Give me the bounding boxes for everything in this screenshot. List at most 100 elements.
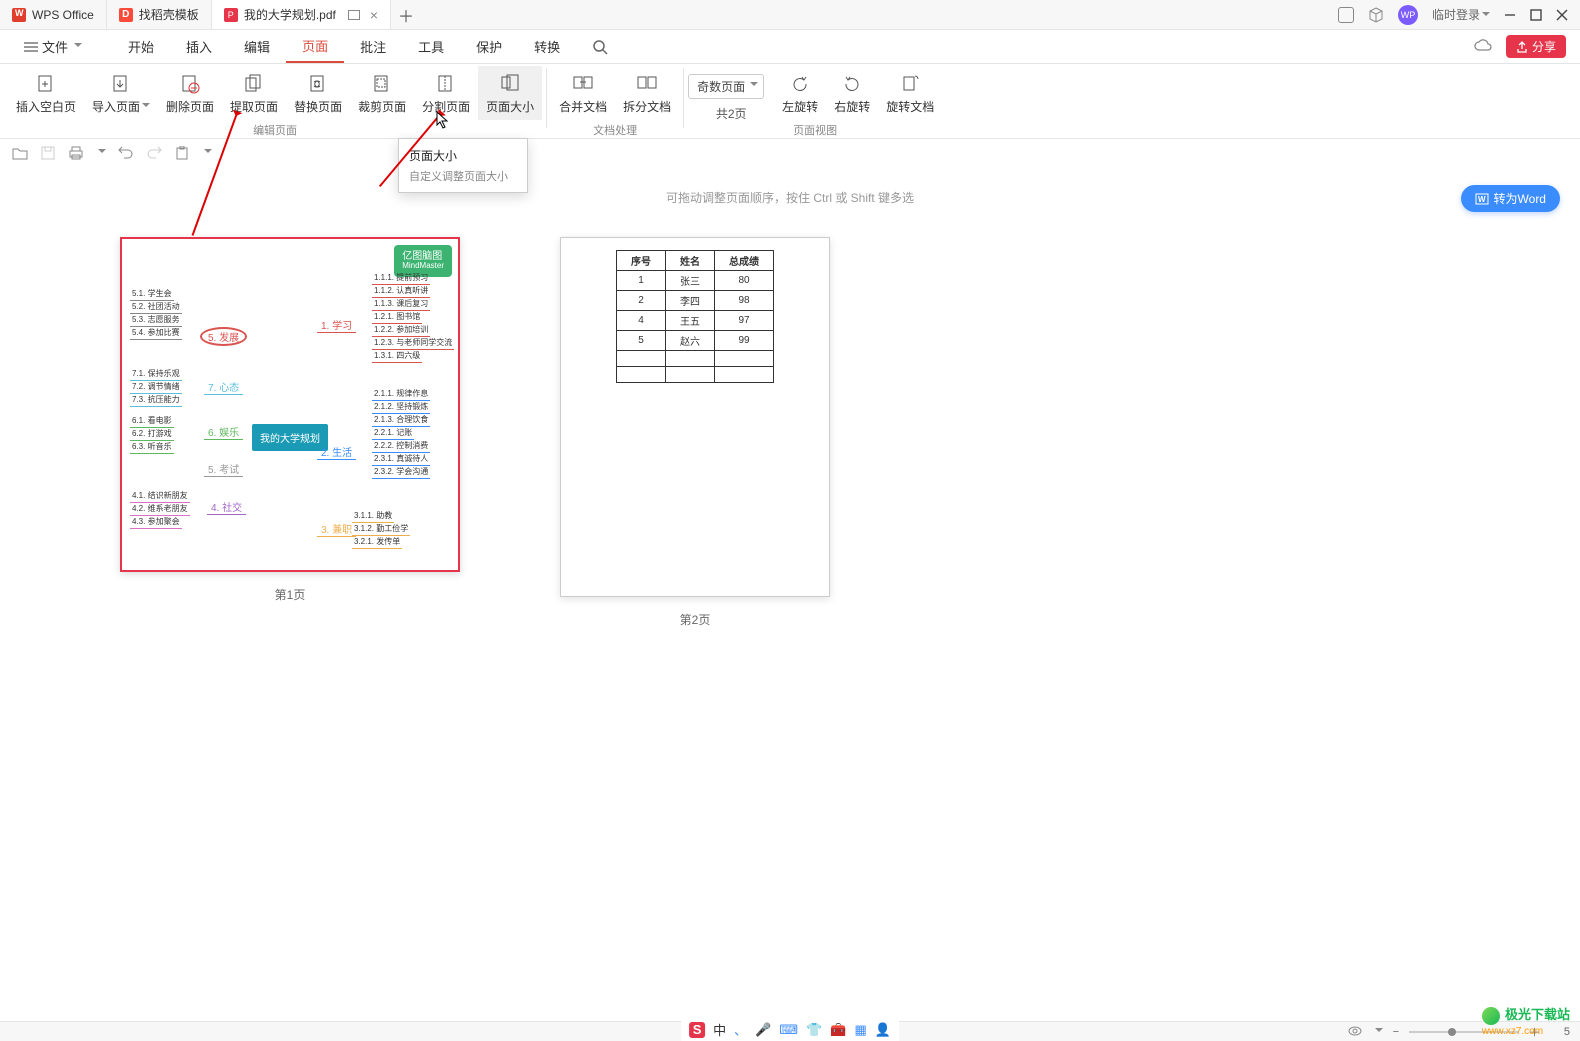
ime-person-icon[interactable]: 👤: [875, 1022, 891, 1038]
tab-wps-home[interactable]: WPS Office: [0, 0, 107, 29]
page-thumbnails: 亿图脑图 MindMaster 我的大学规划 1. 学习 2. 生活 3. 兼职…: [120, 237, 830, 628]
sogou-ime-icon[interactable]: S: [689, 1022, 705, 1038]
avatar[interactable]: WP: [1398, 5, 1418, 25]
paste-icon[interactable]: [174, 145, 190, 161]
zoom-out-button[interactable]: −: [1393, 1026, 1399, 1038]
menu-page[interactable]: 页面: [286, 30, 344, 63]
view-eye-icon[interactable]: [1348, 1024, 1363, 1039]
tab-document-active[interactable]: P 我的大学规划.pdf ×: [212, 0, 391, 29]
pdf-icon: P: [224, 8, 238, 22]
search-icon: [592, 39, 608, 55]
cube-icon[interactable]: [1368, 7, 1384, 23]
file-menu-button[interactable]: 文件: [14, 30, 92, 63]
menu-protect[interactable]: 保护: [460, 30, 518, 63]
chevron-down-icon: [1482, 12, 1490, 20]
mindmap-branch: 2. 生活: [317, 444, 356, 460]
cloud-sync-icon[interactable]: [1474, 38, 1492, 56]
tab-label: 我的大学规划.pdf: [244, 6, 336, 23]
menu-search[interactable]: [576, 30, 624, 63]
mindmap-leaf: 2.1.1. 规律作息: [372, 387, 430, 401]
mindmap-leaf: 1.2.3. 与老师同学交流: [372, 336, 454, 350]
share-button[interactable]: 分享: [1506, 35, 1566, 58]
mindmap-leaf: 7.1. 保持乐观: [130, 367, 182, 381]
import-page-button[interactable]: 导入页面: [84, 66, 158, 120]
workspace: 可拖动调整页面顺序，按住 Ctrl 或 Shift 键多选 W 转为Word 亿…: [0, 167, 1580, 1021]
add-tab-button[interactable]: ＋: [391, 0, 421, 29]
menu-insert[interactable]: 插入: [170, 30, 228, 63]
page-thumbnail-1[interactable]: 亿图脑图 MindMaster 我的大学规划 1. 学习 2. 生活 3. 兼职…: [120, 237, 460, 628]
menu-edit[interactable]: 编辑: [228, 30, 286, 63]
ime-grid-icon[interactable]: ▦: [854, 1022, 866, 1038]
ribbon: 插入空白页 导入页面 删除页面 提取页面 替换页面 裁剪页面 分割页面 页面大小…: [0, 64, 1580, 139]
mindmap-leaf: 7.2. 调节情绪: [130, 380, 182, 394]
replace-page-button[interactable]: 替换页面: [286, 66, 350, 120]
tab-docer[interactable]: D 找稻壳模板: [107, 0, 212, 29]
print-icon[interactable]: [68, 145, 84, 161]
chevron-down-icon: [142, 103, 150, 111]
close-icon[interactable]: [1556, 9, 1568, 21]
page-size-tooltip: 页面大小 自定义调整页面大小: [398, 138, 528, 193]
menu-tools[interactable]: 工具: [402, 30, 460, 63]
page-filter-dropdown[interactable]: 奇数页面: [688, 74, 764, 99]
rotate-left-icon: [789, 74, 811, 94]
merge-doc-button[interactable]: 合并文档: [551, 66, 615, 120]
hamburger-icon: [24, 41, 38, 53]
tooltip-description: 自定义调整页面大小: [409, 168, 517, 184]
watermark: 极光下载站 www.xz7.com: [1482, 1004, 1570, 1037]
mindmap-leaf: 1.2.1. 图书馆: [372, 310, 422, 324]
mindmap-leaf: 1.1.1. 提前预习: [372, 271, 430, 285]
crop-page-button[interactable]: 裁剪页面: [350, 66, 414, 120]
convert-to-word-button[interactable]: W 转为Word: [1461, 185, 1560, 212]
drag-reorder-hint: 可拖动调整页面顺序，按住 Ctrl 或 Shift 键多选: [666, 189, 914, 206]
chevron-down-icon[interactable]: [1375, 1028, 1383, 1036]
svg-text:W: W: [1478, 195, 1486, 204]
open-icon[interactable]: [12, 145, 28, 161]
close-icon[interactable]: ×: [370, 7, 378, 23]
mindmap-leaf: 5.4. 参加比赛: [130, 326, 182, 340]
page-size-button[interactable]: 页面大小: [478, 66, 542, 120]
mindmap-leaf: 2.3.2. 学会沟通: [372, 465, 430, 479]
rotate-right-button[interactable]: 右旋转: [826, 66, 878, 120]
delete-page-icon: [179, 74, 201, 94]
ime-punct[interactable]: 、: [734, 1020, 747, 1039]
mindmap-leaf: 4.2. 维系老朋友: [130, 502, 190, 516]
app-panel-icon[interactable]: [1338, 7, 1354, 23]
undo-icon[interactable]: [118, 145, 134, 161]
mindmap-leaf: 5.1. 学生会: [130, 287, 174, 301]
ime-lang[interactable]: 中: [713, 1020, 726, 1039]
window-restore-icon[interactable]: [348, 10, 360, 20]
mindmap-leaf: 4.3. 参加聚会: [130, 515, 182, 529]
minimize-icon[interactable]: [1504, 9, 1516, 21]
split-page-button[interactable]: 分割页面: [414, 66, 478, 120]
ime-tshirt-icon[interactable]: 👕: [806, 1022, 822, 1038]
ribbon-group-doc-process: 合并文档 拆分文档 文档处理: [551, 66, 679, 138]
page-total-label: 共2页: [716, 105, 747, 122]
rotate-doc-button[interactable]: 旋转文档: [878, 66, 942, 120]
menubar: 文件 开始 插入 编辑 页面 批注 工具 保护 转换 分享: [0, 30, 1580, 64]
chevron-down-icon[interactable]: [98, 149, 106, 157]
mindmap-leaf: 6.1. 看电影: [130, 414, 174, 428]
mindmap-branch: 1. 学习: [317, 317, 356, 333]
page-thumbnail-2[interactable]: 序号姓名总成绩 1张三80 2李四98 4王五97 5赵六99 第2页: [560, 237, 830, 628]
menu-convert[interactable]: 转换: [518, 30, 576, 63]
tab-label: 找稻壳模板: [139, 6, 199, 23]
menu-start[interactable]: 开始: [112, 30, 170, 63]
login-status[interactable]: 临时登录: [1432, 6, 1490, 23]
ime-toolbox-icon[interactable]: 🧰: [830, 1022, 846, 1038]
tab-label: WPS Office: [32, 8, 94, 22]
mindmap-leaf: 3.1.2. 勤工俭学: [352, 522, 410, 536]
rotate-left-button[interactable]: 左旋转: [774, 66, 826, 120]
save-icon[interactable]: [40, 145, 56, 161]
mindmap-leaf: 3.1.1. 助教: [352, 509, 394, 523]
menu-comment[interactable]: 批注: [344, 30, 402, 63]
mindmap-branch: 6. 娱乐: [204, 424, 243, 440]
split-doc-button[interactable]: 拆分文档: [615, 66, 679, 120]
maximize-icon[interactable]: [1530, 9, 1542, 21]
ime-keyboard-icon[interactable]: ⌨: [779, 1022, 798, 1038]
insert-blank-page-button[interactable]: 插入空白页: [8, 66, 84, 120]
ime-voice-icon[interactable]: 🎤: [755, 1022, 771, 1038]
mindmap-leaf: 2.1.3. 合理饮食: [372, 413, 430, 427]
delete-page-button[interactable]: 删除页面: [158, 66, 222, 120]
redo-icon[interactable]: [146, 145, 162, 161]
chevron-down-icon[interactable]: [204, 149, 212, 157]
